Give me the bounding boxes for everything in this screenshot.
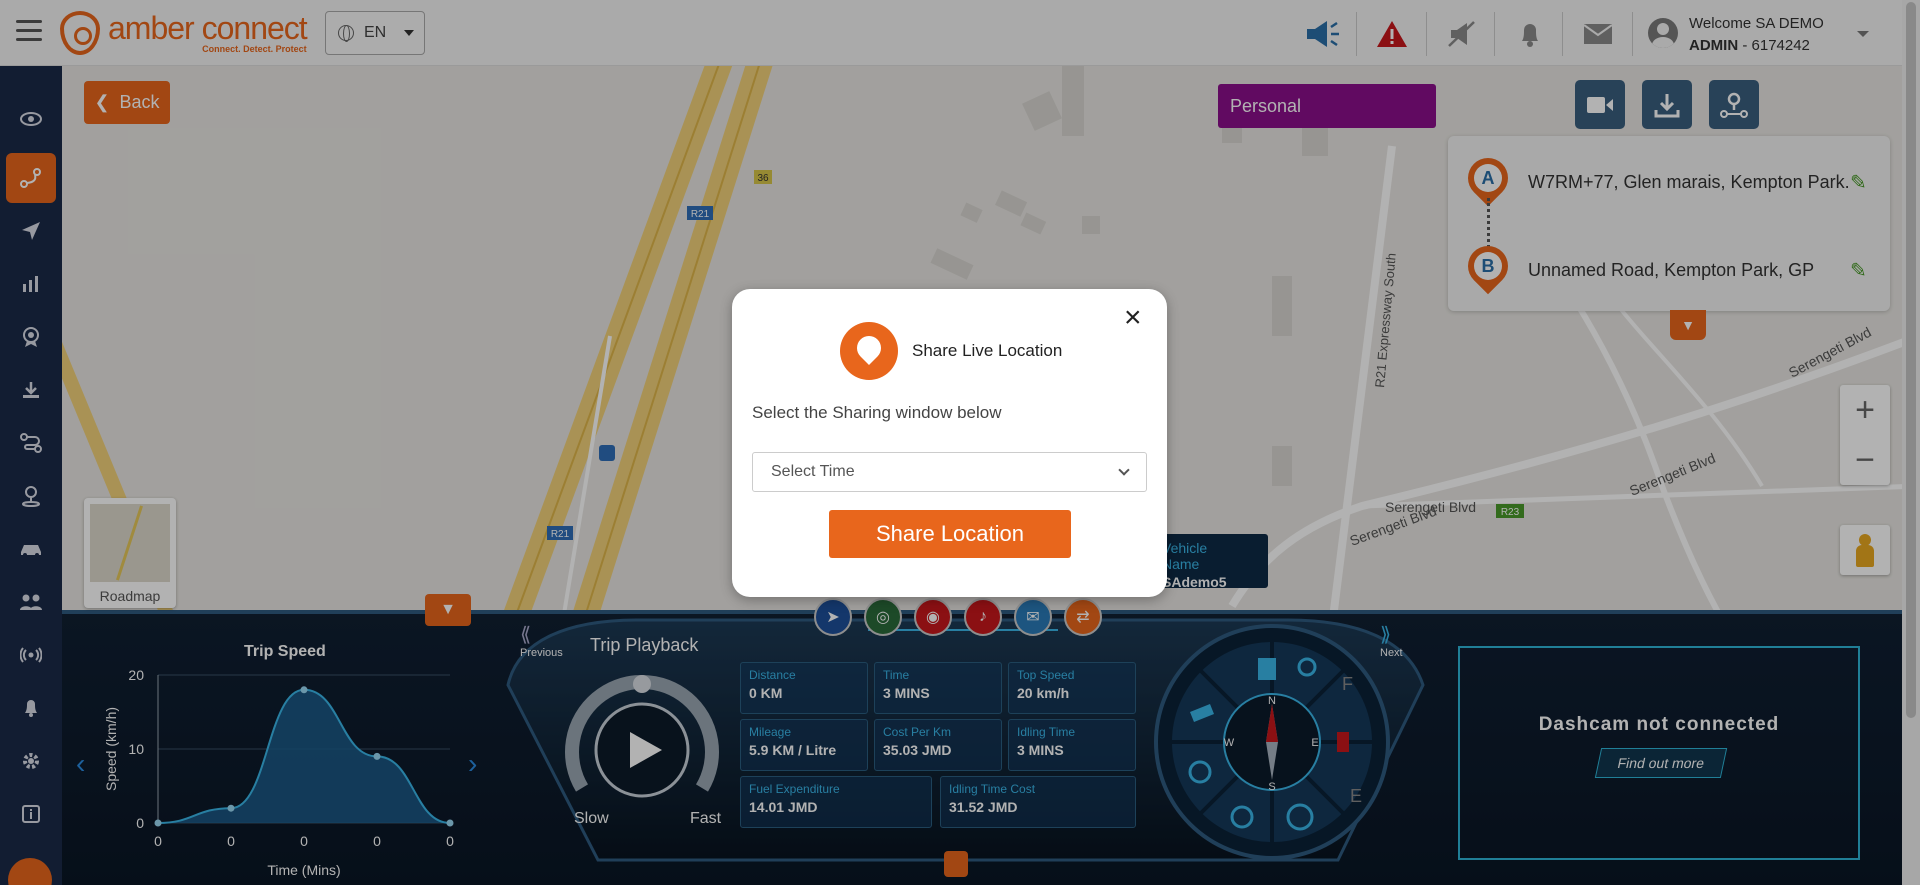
share-location-modal: × Share Live Location Select the Sharing… xyxy=(732,289,1167,597)
chevron-down-icon xyxy=(1118,464,1130,476)
select-placeholder: Select Time xyxy=(771,463,855,480)
modal-title: Share Live Location xyxy=(912,341,1063,360)
close-icon[interactable]: × xyxy=(1124,303,1142,333)
sharing-window-select[interactable]: Select Time xyxy=(752,452,1147,492)
modal-subtitle: Select the Sharing window below xyxy=(752,403,1002,422)
live-location-icon xyxy=(840,322,898,380)
share-location-button[interactable]: Share Location xyxy=(829,510,1071,558)
